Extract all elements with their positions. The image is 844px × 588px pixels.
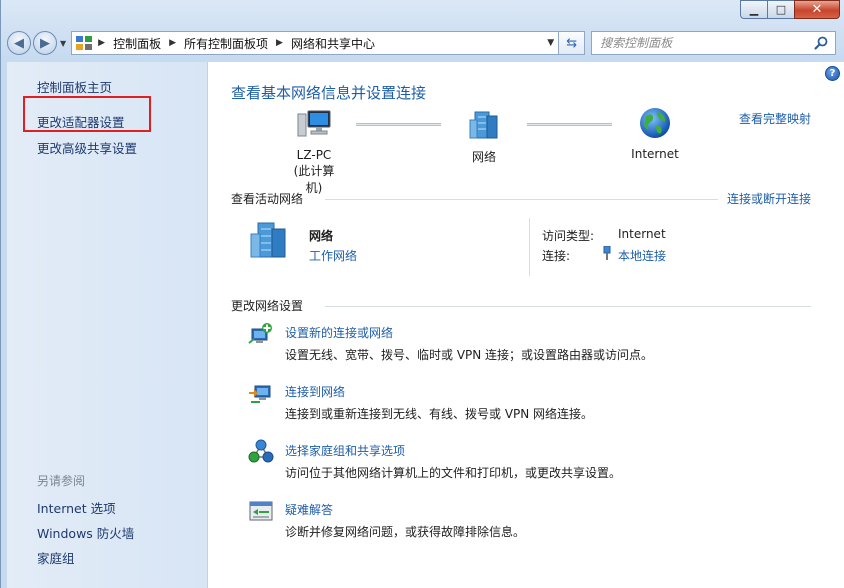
windows-firewall-link[interactable]: Windows 防火墙 bbox=[37, 523, 134, 542]
search-icon[interactable] bbox=[813, 35, 829, 51]
control-panel-icon bbox=[76, 36, 93, 50]
recent-pages-dropdown[interactable]: ▼ bbox=[60, 39, 66, 48]
ethernet-icon bbox=[603, 246, 611, 260]
access-type-value: Internet bbox=[618, 227, 666, 241]
column-divider bbox=[529, 218, 530, 276]
chevron-right-icon[interactable]: ▶ bbox=[98, 38, 105, 48]
access-type-label: 访问类型: bbox=[542, 229, 595, 243]
internet-options-link[interactable]: Internet 选项 bbox=[37, 498, 116, 517]
computer-name: LZ-PC bbox=[296, 148, 332, 162]
map-connector-line bbox=[356, 123, 441, 126]
see-also-heading: 另请参阅 bbox=[37, 474, 86, 488]
chevron-right-icon[interactable]: ▶ bbox=[169, 38, 176, 48]
breadcrumb-all-items[interactable]: 所有控制面板项 bbox=[184, 35, 268, 52]
connect-disconnect-link[interactable]: 连接或断开连接 bbox=[727, 190, 811, 207]
arrow-right-icon: ▶ bbox=[40, 35, 50, 51]
network-label: 网络 bbox=[471, 150, 496, 164]
search-input[interactable] bbox=[600, 36, 791, 50]
network-node[interactable]: 网络 bbox=[462, 108, 506, 165]
back-button[interactable]: ◀ bbox=[7, 31, 31, 55]
caption-buttons: ▁ □ ✕ bbox=[740, 0, 840, 19]
breadcrumb-control-panel[interactable]: 控制面板 bbox=[113, 35, 161, 52]
maximize-button[interactable]: □ bbox=[767, 0, 795, 19]
globe-icon bbox=[640, 108, 670, 138]
network-type-link[interactable]: 工作网络 bbox=[309, 247, 357, 264]
homegroup-link[interactable]: 家庭组 bbox=[37, 548, 75, 567]
address-bar[interactable]: ▶ 控制面板 ▶ 所有控制面板项 ▶ 网络和共享中心 ▼ bbox=[71, 31, 560, 55]
minimize-button[interactable]: ▁ bbox=[740, 0, 768, 19]
refresh-icon: ⇆ bbox=[566, 35, 578, 51]
search-box[interactable] bbox=[591, 31, 836, 55]
left-task-pane: 控制面板主页 更改适配器设置 更改高级共享设置 另请参阅 Internet 选项… bbox=[7, 62, 208, 588]
highlight-box bbox=[23, 96, 151, 132]
local-connection-link[interactable]: 本地连接 bbox=[618, 247, 666, 264]
computer-node: LZ-PC (此计算机) bbox=[286, 108, 342, 196]
main-content: ? 查看基本网络信息并设置连接 查看完整映射 LZ-PC (此计算机) 网络 I… bbox=[208, 62, 844, 588]
troubleshoot-icon bbox=[249, 501, 273, 521]
close-button[interactable]: ✕ bbox=[794, 0, 840, 19]
homegroup-icon bbox=[248, 439, 274, 463]
computer-icon bbox=[297, 110, 331, 137]
troubleshoot-desc: 诊断并修复网络问题，或获得故障排除信息。 bbox=[285, 525, 526, 539]
active-networks-heading: 查看活动网络 bbox=[231, 192, 304, 206]
change-advanced-sharing-link[interactable]: 更改高级共享设置 bbox=[37, 138, 137, 157]
change-settings-heading: 更改网络设置 bbox=[231, 299, 304, 313]
arrow-left-icon: ◀ bbox=[14, 35, 24, 51]
help-icon[interactable]: ? bbox=[825, 66, 840, 81]
section-divider bbox=[325, 199, 718, 200]
connect-to-network-link[interactable]: 连接到网络 bbox=[285, 383, 345, 400]
control-panel-home-link[interactable]: 控制面板主页 bbox=[37, 77, 112, 96]
chevron-down-icon[interactable]: ▼ bbox=[547, 38, 554, 48]
internet-label: Internet bbox=[631, 147, 679, 161]
network-building-icon bbox=[250, 222, 286, 258]
connection-label: 连接: bbox=[542, 249, 571, 263]
troubleshoot-link[interactable]: 疑难解答 bbox=[285, 501, 333, 518]
connect-network-icon bbox=[249, 385, 271, 403]
homegroup-sharing-desc: 访问位于其他网络计算机上的文件和打印机，或更改共享设置。 bbox=[285, 466, 622, 480]
homegroup-sharing-link[interactable]: 选择家庭组和共享选项 bbox=[285, 442, 405, 459]
new-connection-icon bbox=[248, 323, 272, 344]
internet-node[interactable]: Internet bbox=[626, 106, 684, 161]
network-building-icon bbox=[469, 111, 498, 139]
breadcrumb-network-center[interactable]: 网络和共享中心 bbox=[291, 35, 375, 52]
window: ▁ □ ✕ ◀ ▶ ▼ ▶ 控制面板 ▶ 所有控制面板项 ▶ 网络和共享中心 ▼… bbox=[0, 0, 844, 588]
map-connector-line bbox=[527, 123, 612, 126]
active-network-name: 网络 bbox=[309, 229, 334, 243]
connect-to-network-desc: 连接到或重新连接到无线、有线、拨号或 VPN 网络连接。 bbox=[285, 407, 594, 421]
refresh-button[interactable]: ⇆ bbox=[559, 31, 586, 55]
page-title: 查看基本网络信息并设置连接 bbox=[231, 84, 427, 102]
chevron-right-icon[interactable]: ▶ bbox=[276, 38, 283, 48]
navigation-bar: ◀ ▶ ▼ ▶ 控制面板 ▶ 所有控制面板项 ▶ 网络和共享中心 ▼ ⇆ bbox=[7, 28, 836, 58]
view-full-map-link[interactable]: 查看完整映射 bbox=[739, 110, 811, 127]
section-divider bbox=[325, 306, 811, 307]
forward-button[interactable]: ▶ bbox=[33, 31, 57, 55]
setup-connection-link[interactable]: 设置新的连接或网络 bbox=[285, 324, 393, 341]
setup-connection-desc: 设置无线、宽带、拨号、临时或 VPN 连接；或设置路由器或访问点。 bbox=[285, 348, 654, 362]
